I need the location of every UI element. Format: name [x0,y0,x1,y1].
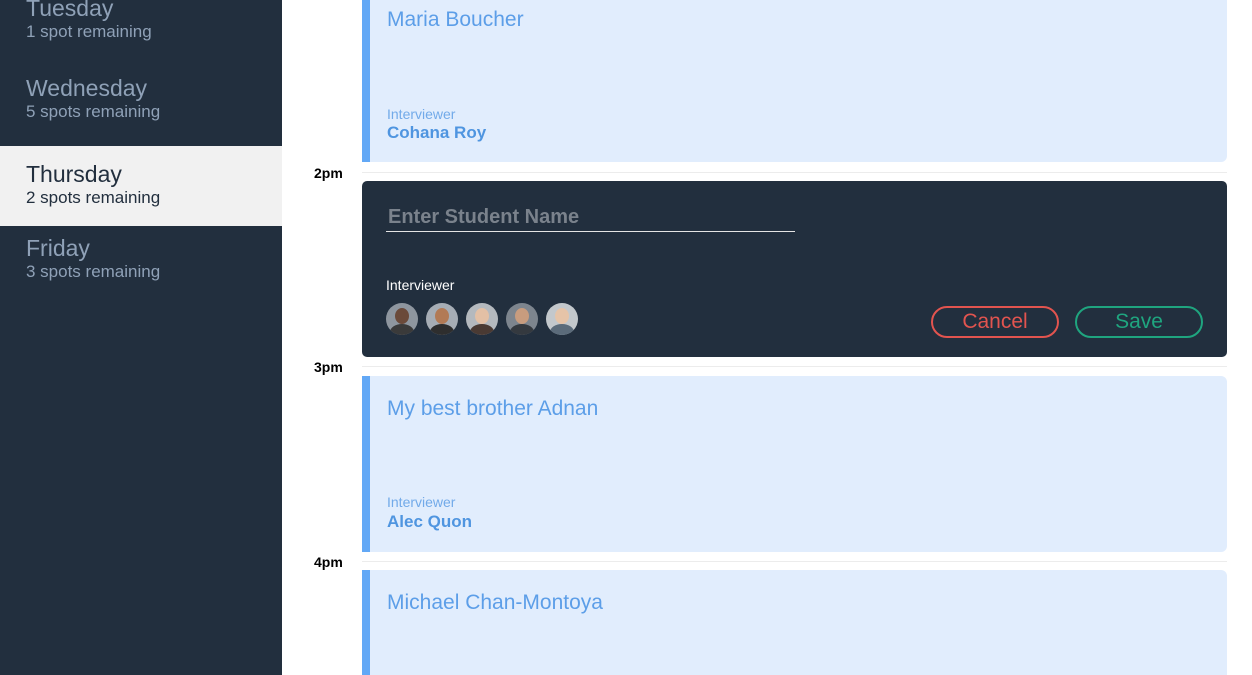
cancel-button[interactable]: Cancel [931,306,1059,338]
appointment-interviewer-name: Cohana Roy [387,123,487,142]
day-item-friday[interactable]: Friday 3 spots remaining [0,234,282,314]
avatar-head [555,308,569,324]
appointment-student-name: Maria Boucher [387,8,524,31]
avatar-shoulders [550,324,574,335]
appointment-student-name: My best brother Adnan [387,397,599,420]
time-label-2pm: 2pm [314,165,343,181]
interviewer-avatar-2[interactable] [426,303,458,335]
avatar-shoulders [470,324,494,335]
interviewer-avatar-1[interactable] [386,303,418,335]
avatar-shoulders [430,324,454,335]
avatar-head [435,308,449,324]
day-name: Wednesday [26,75,148,101]
time-label-3pm: 3pm [314,359,343,375]
appointment-card[interactable]: Maria Boucher Interviewer Cohana Roy [362,0,1227,162]
appointment-form: Interviewer Cancel Save [362,181,1227,357]
day-item-wednesday[interactable]: Wednesday 5 spots remaining [0,74,282,154]
avatar-shoulders [390,324,414,335]
day-spots-remaining: 2 spots remaining [26,188,161,207]
save-button[interactable]: Save [1075,306,1203,338]
interviewer-list-label: Interviewer [386,277,455,293]
avatar-head [395,308,409,324]
day-name: Thursday [26,161,122,187]
appointment-card[interactable]: Michael Chan-Montoya [362,570,1227,675]
sidebar: Tuesday 1 spot remaining Wednesday 5 spo… [0,0,282,675]
hour-divider [362,561,1227,562]
day-name: Tuesday [26,0,114,21]
appointment-card[interactable]: My best brother Adnan Interviewer Alec Q… [362,376,1227,552]
avatar-shoulders [510,324,534,335]
interviewer-avatar-3[interactable] [466,303,498,335]
day-item-thursday[interactable]: Thursday 2 spots remaining [0,146,282,226]
hour-divider [362,172,1227,173]
day-spots-remaining: 1 spot remaining [26,22,152,41]
appointment-interviewer-label: Interviewer [387,494,456,510]
day-item-tuesday[interactable]: Tuesday 1 spot remaining [0,0,282,74]
appointment-interviewer-name: Alec Quon [387,512,473,531]
interviewer-avatar-4[interactable] [506,303,538,335]
time-label-4pm: 4pm [314,554,343,570]
day-name: Friday [26,235,90,261]
student-name-input[interactable] [386,203,795,232]
avatar-head [515,308,529,324]
appointment-student-name: Michael Chan-Montoya [387,591,603,614]
appointment-interviewer-label: Interviewer [387,106,456,122]
interviewer-avatar-5[interactable] [546,303,578,335]
day-spots-remaining: 5 spots remaining [26,102,161,121]
hour-divider [362,366,1227,367]
day-spots-remaining: 3 spots remaining [26,262,161,281]
avatar-head [475,308,489,324]
